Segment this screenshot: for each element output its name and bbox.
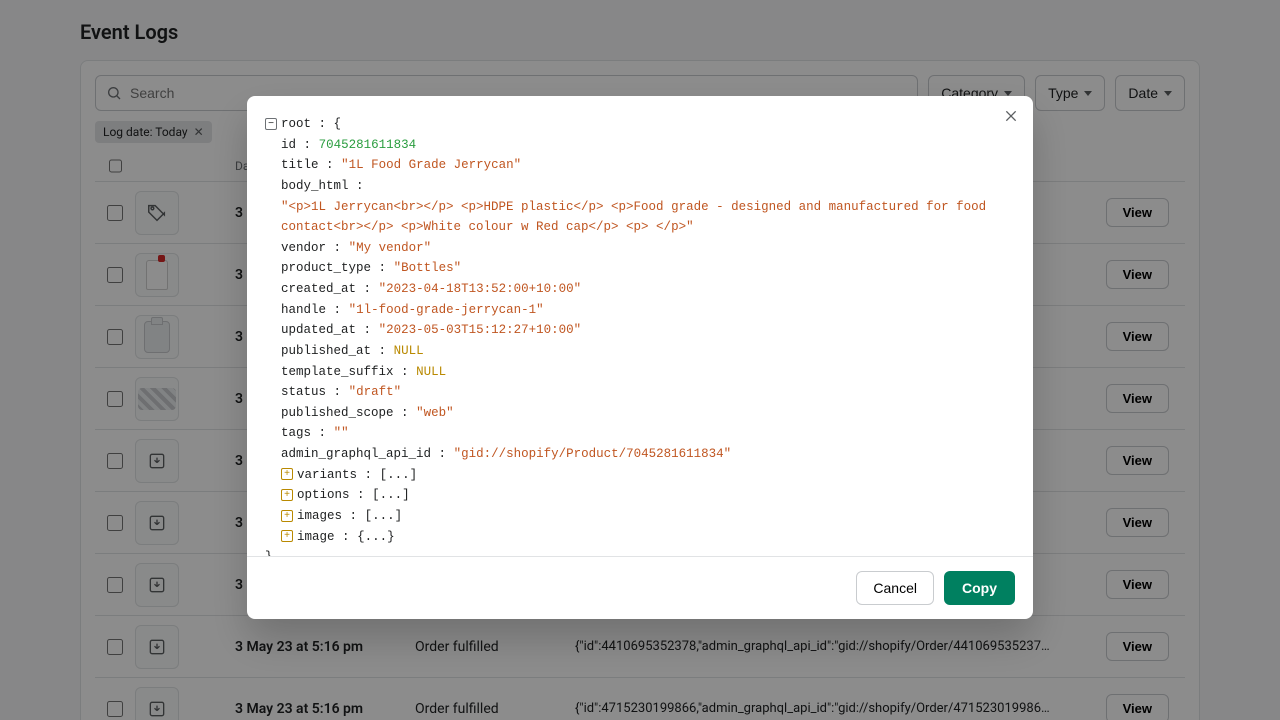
close-button[interactable] <box>999 104 1023 128</box>
json-body: root : {id : 7045281611834title : "1L Fo… <box>247 96 1033 556</box>
expand-toggle[interactable] <box>281 489 293 501</box>
cancel-button[interactable]: Cancel <box>856 571 934 605</box>
expand-toggle[interactable] <box>281 530 293 542</box>
modal-overlay: root : {id : 7045281611834title : "1L Fo… <box>0 0 1280 720</box>
expand-toggle[interactable] <box>281 510 293 522</box>
close-icon <box>1003 108 1019 124</box>
copy-button[interactable]: Copy <box>944 571 1015 605</box>
json-viewer-modal: root : {id : 7045281611834title : "1L Fo… <box>247 96 1033 619</box>
collapse-toggle[interactable] <box>265 118 277 130</box>
expand-toggle[interactable] <box>281 468 293 480</box>
